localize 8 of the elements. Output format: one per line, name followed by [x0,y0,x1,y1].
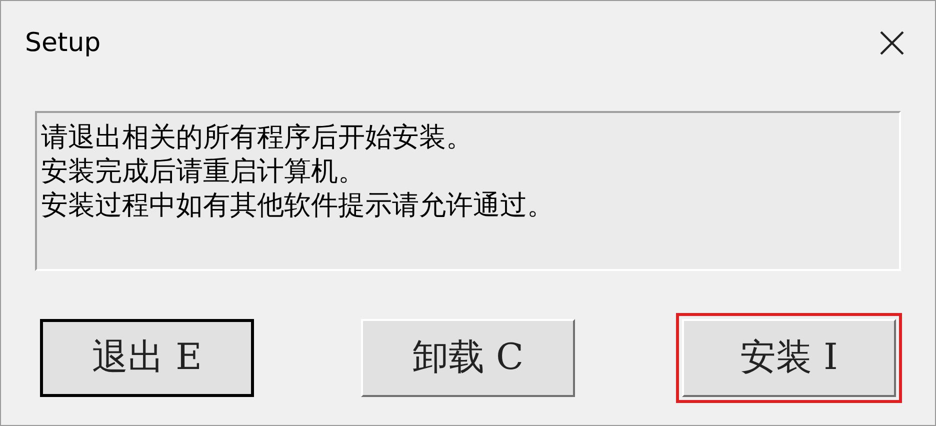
close-icon[interactable] [879,30,905,56]
dialog-button[interactable]: 卸载 C [361,319,575,397]
message-line: 安装过程中如有其他软件提示请允许通过。 [41,189,555,223]
message-line: 安装完成后请重启计算机。 [41,155,366,189]
dialog-button[interactable]: 安装 I [682,319,896,397]
window-title: Setup [25,26,101,60]
message-line: 请退出相关的所有程序后开始安装。 [41,121,474,155]
dialog-button[interactable]: 退出 E [40,319,254,397]
